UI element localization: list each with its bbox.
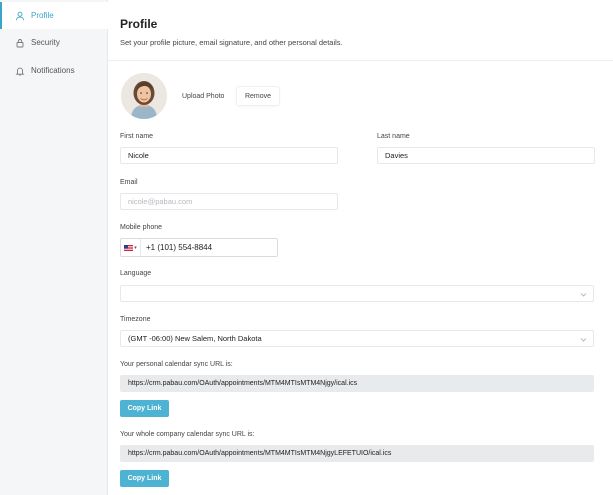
email-field[interactable]: nicole@pabau.com: [120, 193, 338, 210]
personal-calendar-url[interactable]: https://crm.pabau.com/OAuth/appointments…: [120, 375, 594, 392]
sidebar-item-label: Notifications: [31, 66, 75, 75]
last-name-field[interactable]: Davies: [377, 147, 595, 164]
sidebar-item-profile[interactable]: Profile: [0, 2, 108, 29]
chevron-down-icon: [580, 336, 587, 343]
first-name-label: First name: [120, 133, 154, 140]
remove-photo-button[interactable]: Remove: [236, 86, 280, 106]
chevron-down-icon: [580, 291, 587, 298]
sidebar-item-security[interactable]: Security: [0, 29, 108, 56]
company-calendar-label: Your whole company calendar sync URL is:: [120, 431, 255, 438]
lock-icon: [15, 38, 25, 48]
page-title: Profile: [120, 17, 158, 31]
settings-sidebar: Profile Security Notifications: [0, 0, 108, 495]
mobile-phone-field[interactable]: ▾ +1 (101) 554-8844: [120, 238, 278, 257]
bell-icon: [15, 66, 25, 76]
profile-photo: [121, 73, 167, 119]
mobile-phone-value: +1 (101) 554-8844: [146, 243, 213, 252]
page-subtitle: Set your profile picture, email signatur…: [120, 38, 343, 47]
language-label: Language: [120, 270, 152, 277]
last-name-label: Last name: [377, 133, 410, 140]
user-icon: [15, 11, 25, 21]
copy-personal-link-button[interactable]: Copy Link: [120, 400, 169, 417]
upload-photo-button[interactable]: Upload Photo: [182, 93, 224, 100]
sidebar-item-label: Security: [31, 38, 60, 47]
timezone-label: Timezone: [120, 316, 151, 323]
chevron-down-icon: ▾: [134, 244, 137, 251]
copy-company-link-button[interactable]: Copy Link: [120, 470, 169, 487]
language-select[interactable]: [120, 285, 594, 302]
email-label: Email: [120, 179, 138, 186]
sidebar-item-notifications[interactable]: Notifications: [0, 57, 108, 84]
mobile-phone-label: Mobile phone: [120, 224, 163, 231]
avatar: [121, 73, 167, 119]
sidebar-item-label: Profile: [31, 11, 54, 20]
header-divider: [108, 60, 613, 61]
country-selector[interactable]: ▾: [121, 239, 141, 256]
personal-calendar-label: Your personal calendar sync URL is:: [120, 361, 233, 368]
company-calendar-url[interactable]: https://crm.pabau.com/OAuth/appointments…: [120, 445, 594, 462]
us-flag-icon: [124, 244, 134, 251]
timezone-value: (GMT -06:00) New Salem, North Dakota: [128, 334, 262, 343]
timezone-select[interactable]: (GMT -06:00) New Salem, North Dakota: [120, 330, 594, 347]
first-name-field[interactable]: Nicole: [120, 147, 338, 164]
profile-panel: Profile Set your profile picture, email …: [108, 0, 613, 495]
